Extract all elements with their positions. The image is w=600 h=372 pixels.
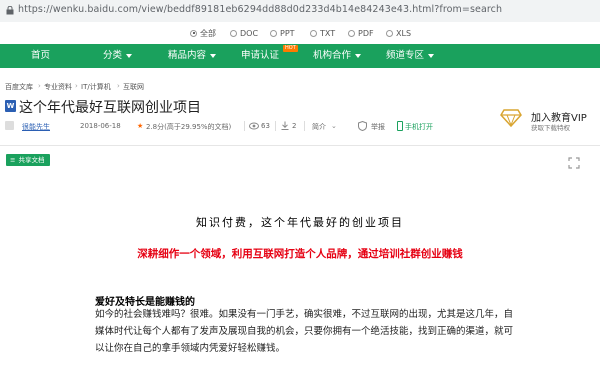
radio-icon — [230, 29, 237, 37]
nav-channel[interactable]: 频道专区 — [386, 44, 435, 68]
nav-certify[interactable]: 申请认证 — [241, 44, 279, 68]
main-nav — [0, 44, 600, 68]
shield-icon — [358, 121, 367, 131]
nav-home-label: 首页 — [31, 50, 51, 61]
radio-icon — [310, 29, 317, 37]
breadcrumb-item[interactable]: 互联网 — [123, 82, 144, 92]
diamond-icon[interactable] — [500, 106, 522, 128]
divider — [244, 121, 245, 131]
radio-icon — [270, 29, 277, 37]
filter-label: 全部 — [200, 28, 216, 38]
breadcrumb-separator: › — [38, 82, 41, 90]
nav-channel-label: 频道专区 — [386, 50, 425, 61]
breadcrumb-item[interactable]: 专业资料 — [44, 82, 72, 92]
filter-label: PPT — [280, 28, 295, 38]
filter-pdf[interactable]: PDF — [348, 28, 374, 38]
address-bar[interactable]: https://wenku.baidu.com/view/beddf89181e… — [0, 0, 600, 23]
breadcrumb-separator: › — [75, 82, 78, 90]
radio-icon — [386, 29, 393, 37]
filter-label: TXT — [320, 28, 336, 38]
view-count: 63 — [261, 122, 270, 130]
filter-label: DOC — [240, 28, 259, 38]
breadcrumb-item[interactable]: 百度文库 — [5, 82, 33, 92]
word-doc-icon: W — [5, 100, 16, 112]
vip-subtitle: 获取下载特权 — [531, 124, 570, 132]
radio-icon — [348, 29, 355, 37]
filter-label: PDF — [358, 28, 374, 38]
publish-date: 2018-06-18 — [80, 122, 121, 130]
summary-link[interactable]: 简介 — [312, 122, 326, 132]
chevron-down-icon — [355, 54, 362, 58]
report-link[interactable]: 举报 — [371, 122, 385, 132]
nav-category[interactable]: 分类 — [103, 44, 133, 68]
download-count: 2 — [292, 122, 297, 130]
bullet-icon: ≡ — [10, 156, 16, 164]
fullscreen-icon[interactable] — [568, 157, 580, 169]
nav-category-label: 分类 — [103, 50, 123, 61]
url-text: https://wenku.baidu.com/view/beddf89181e… — [18, 4, 503, 15]
filter-txt[interactable]: TXT — [310, 28, 335, 38]
nav-home[interactable]: 首页 — [31, 44, 50, 68]
shared-doc-tag: ≡ 共享文档 — [6, 154, 51, 166]
mobile-icon — [397, 121, 403, 131]
document-paragraph: 如今的社会赚钱难吗？很难。如果没有一门手艺，确实很难，不过互联网的出现，尤其是这… — [95, 309, 514, 354]
radio-icon — [190, 29, 197, 37]
filter-all[interactable]: 全部 — [190, 28, 216, 38]
divider — [304, 121, 305, 131]
divider — [275, 121, 276, 131]
nav-premium[interactable]: 精品内容 — [168, 44, 217, 68]
chevron-down-icon[interactable]: ⌄ — [331, 122, 337, 130]
lock-icon — [6, 6, 14, 15]
author-link[interactable]: 很能先生 — [22, 122, 50, 132]
chevron-down-icon — [428, 54, 435, 58]
mobile-open-link[interactable]: 手机打开 — [405, 122, 433, 132]
chevron-down-icon — [210, 54, 217, 58]
page-title: 这个年代最好互联网创业项目 — [19, 100, 201, 116]
rating-text: 2.8分(高于29.95%的文档) — [146, 123, 232, 131]
nav-org-label: 机构合作 — [313, 50, 352, 61]
download-icon — [281, 121, 289, 130]
document-heading: 知识付费，这个年代最好的创业项目 — [196, 216, 404, 229]
star-icon: ★ — [137, 122, 144, 130]
breadcrumb-separator: › — [117, 82, 120, 90]
shared-doc-label: 共享文档 — [18, 156, 45, 164]
filter-row — [0, 22, 600, 44]
filter-ppt[interactable]: PPT — [270, 28, 295, 38]
chevron-down-icon — [126, 54, 133, 58]
nav-certify-label: 申请认证 — [241, 50, 280, 61]
hot-badge: HOT — [283, 45, 298, 52]
eye-icon — [249, 122, 259, 130]
filter-xls[interactable]: XLS — [386, 28, 411, 38]
nav-premium-label: 精品内容 — [168, 50, 207, 61]
avatar — [5, 121, 14, 130]
filter-label: XLS — [396, 28, 412, 38]
filter-doc[interactable]: DOC — [230, 28, 258, 38]
breadcrumb-item[interactable]: IT/计算机 — [81, 82, 111, 92]
document-highlight: 深耕细作一个领域，利用互联网打造个人品牌，通过培训社群创业赚钱 — [137, 248, 463, 260]
nav-org[interactable]: 机构合作 — [313, 44, 362, 68]
